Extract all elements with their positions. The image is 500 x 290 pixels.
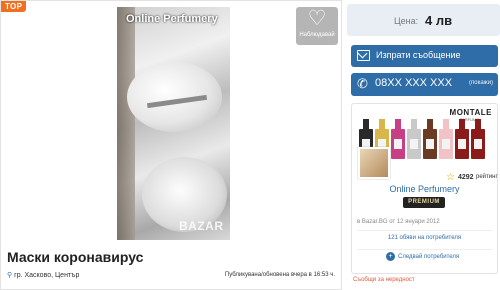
photo-background	[117, 7, 135, 240]
mask-image-top	[127, 62, 222, 132]
rating-value: 4292	[458, 174, 474, 181]
bottle-cap	[427, 119, 433, 129]
bottle-cap	[475, 119, 481, 129]
listing-photo[interactable]	[117, 7, 230, 240]
bottle-label	[426, 139, 434, 149]
perfume-bottle	[455, 119, 469, 161]
seller-avatar[interactable]	[358, 147, 390, 179]
report-link[interactable]: Съобщи за нередност	[353, 277, 415, 283]
divider	[357, 230, 492, 231]
favorite-label: Наблюдавай	[299, 32, 335, 38]
bottle-cap	[459, 119, 465, 129]
phone-icon: ✆	[357, 76, 368, 91]
listing-location[interactable]: ⚲ гр. Хасково, Център	[7, 271, 79, 279]
photo-watermark: BAZAR	[179, 219, 224, 233]
favorite-button[interactable]: ♡ Наблюдавай	[296, 7, 338, 45]
heart-icon: ♡	[307, 7, 327, 30]
phone-number: 08XX XXX XXX	[375, 77, 453, 89]
banner-brand: MONTALE	[449, 108, 492, 117]
top-badge: TOP	[1, 1, 27, 12]
member-since: в Bazar.BG от 12 януари 2012	[357, 219, 440, 225]
seller-card: MONTALE PARFUMS ☆ 4292 рейтинг Online Pe…	[351, 103, 498, 274]
price-label: Цена:	[394, 16, 419, 26]
follow-label: Следвай потребителя	[398, 254, 460, 261]
envelope-icon	[357, 50, 370, 61]
perfume-bottle	[407, 119, 421, 161]
perfume-bottle	[423, 119, 437, 161]
listing-panel: TOP Online Perfumery BAZAR ♡ Наблюдавай …	[0, 0, 342, 290]
bottle-cap	[411, 119, 417, 129]
send-message-button[interactable]: Изпрати съобщение	[351, 45, 498, 67]
show-phone-label: (покажи)	[469, 80, 494, 86]
rating-label: рейтинг	[476, 174, 498, 180]
divider	[357, 249, 492, 250]
perfume-bottle	[391, 119, 405, 161]
seller-ads-link[interactable]: 121 обяви на потребителя	[352, 235, 497, 241]
bottle-label	[474, 139, 482, 149]
show-phone-button[interactable]: ✆ 08XX XXX XXX (покажи)	[351, 73, 498, 96]
bottle-label	[410, 139, 418, 149]
follow-icon: +	[386, 252, 395, 261]
perfume-bottle	[439, 119, 453, 161]
bottle-label	[458, 139, 466, 149]
premium-badge: PREMIUM	[403, 197, 445, 208]
bottle-label	[442, 139, 450, 149]
bottle-cap	[395, 119, 401, 129]
perfume-bottle	[471, 119, 485, 161]
star-icon: ☆	[446, 172, 455, 183]
bottle-cap	[379, 119, 385, 129]
photo-caption: Online Perfumery	[126, 13, 218, 25]
seller-name[interactable]: Online Perfumery	[352, 184, 497, 194]
price-box: Цена: 4 лв	[347, 4, 500, 36]
published-date: Публикувана/обновена вчера в 16:53 ч.	[224, 272, 335, 278]
bottle-cap	[363, 119, 369, 129]
follow-seller-link[interactable]: + Следвай потребителя	[386, 252, 459, 261]
listing-title: Маски коронавирус	[7, 249, 144, 265]
bottle-label	[394, 139, 402, 149]
location-text: гр. Хасково, Център	[14, 272, 80, 279]
sidebar: Цена: 4 лв Изпрати съобщение ✆ 08XX XXX …	[347, 0, 500, 290]
location-pin-icon: ⚲	[7, 272, 13, 279]
bottle-cap	[443, 119, 449, 129]
send-message-label: Изпрати съобщение	[376, 50, 461, 60]
price-value: 4 лв	[425, 13, 453, 28]
